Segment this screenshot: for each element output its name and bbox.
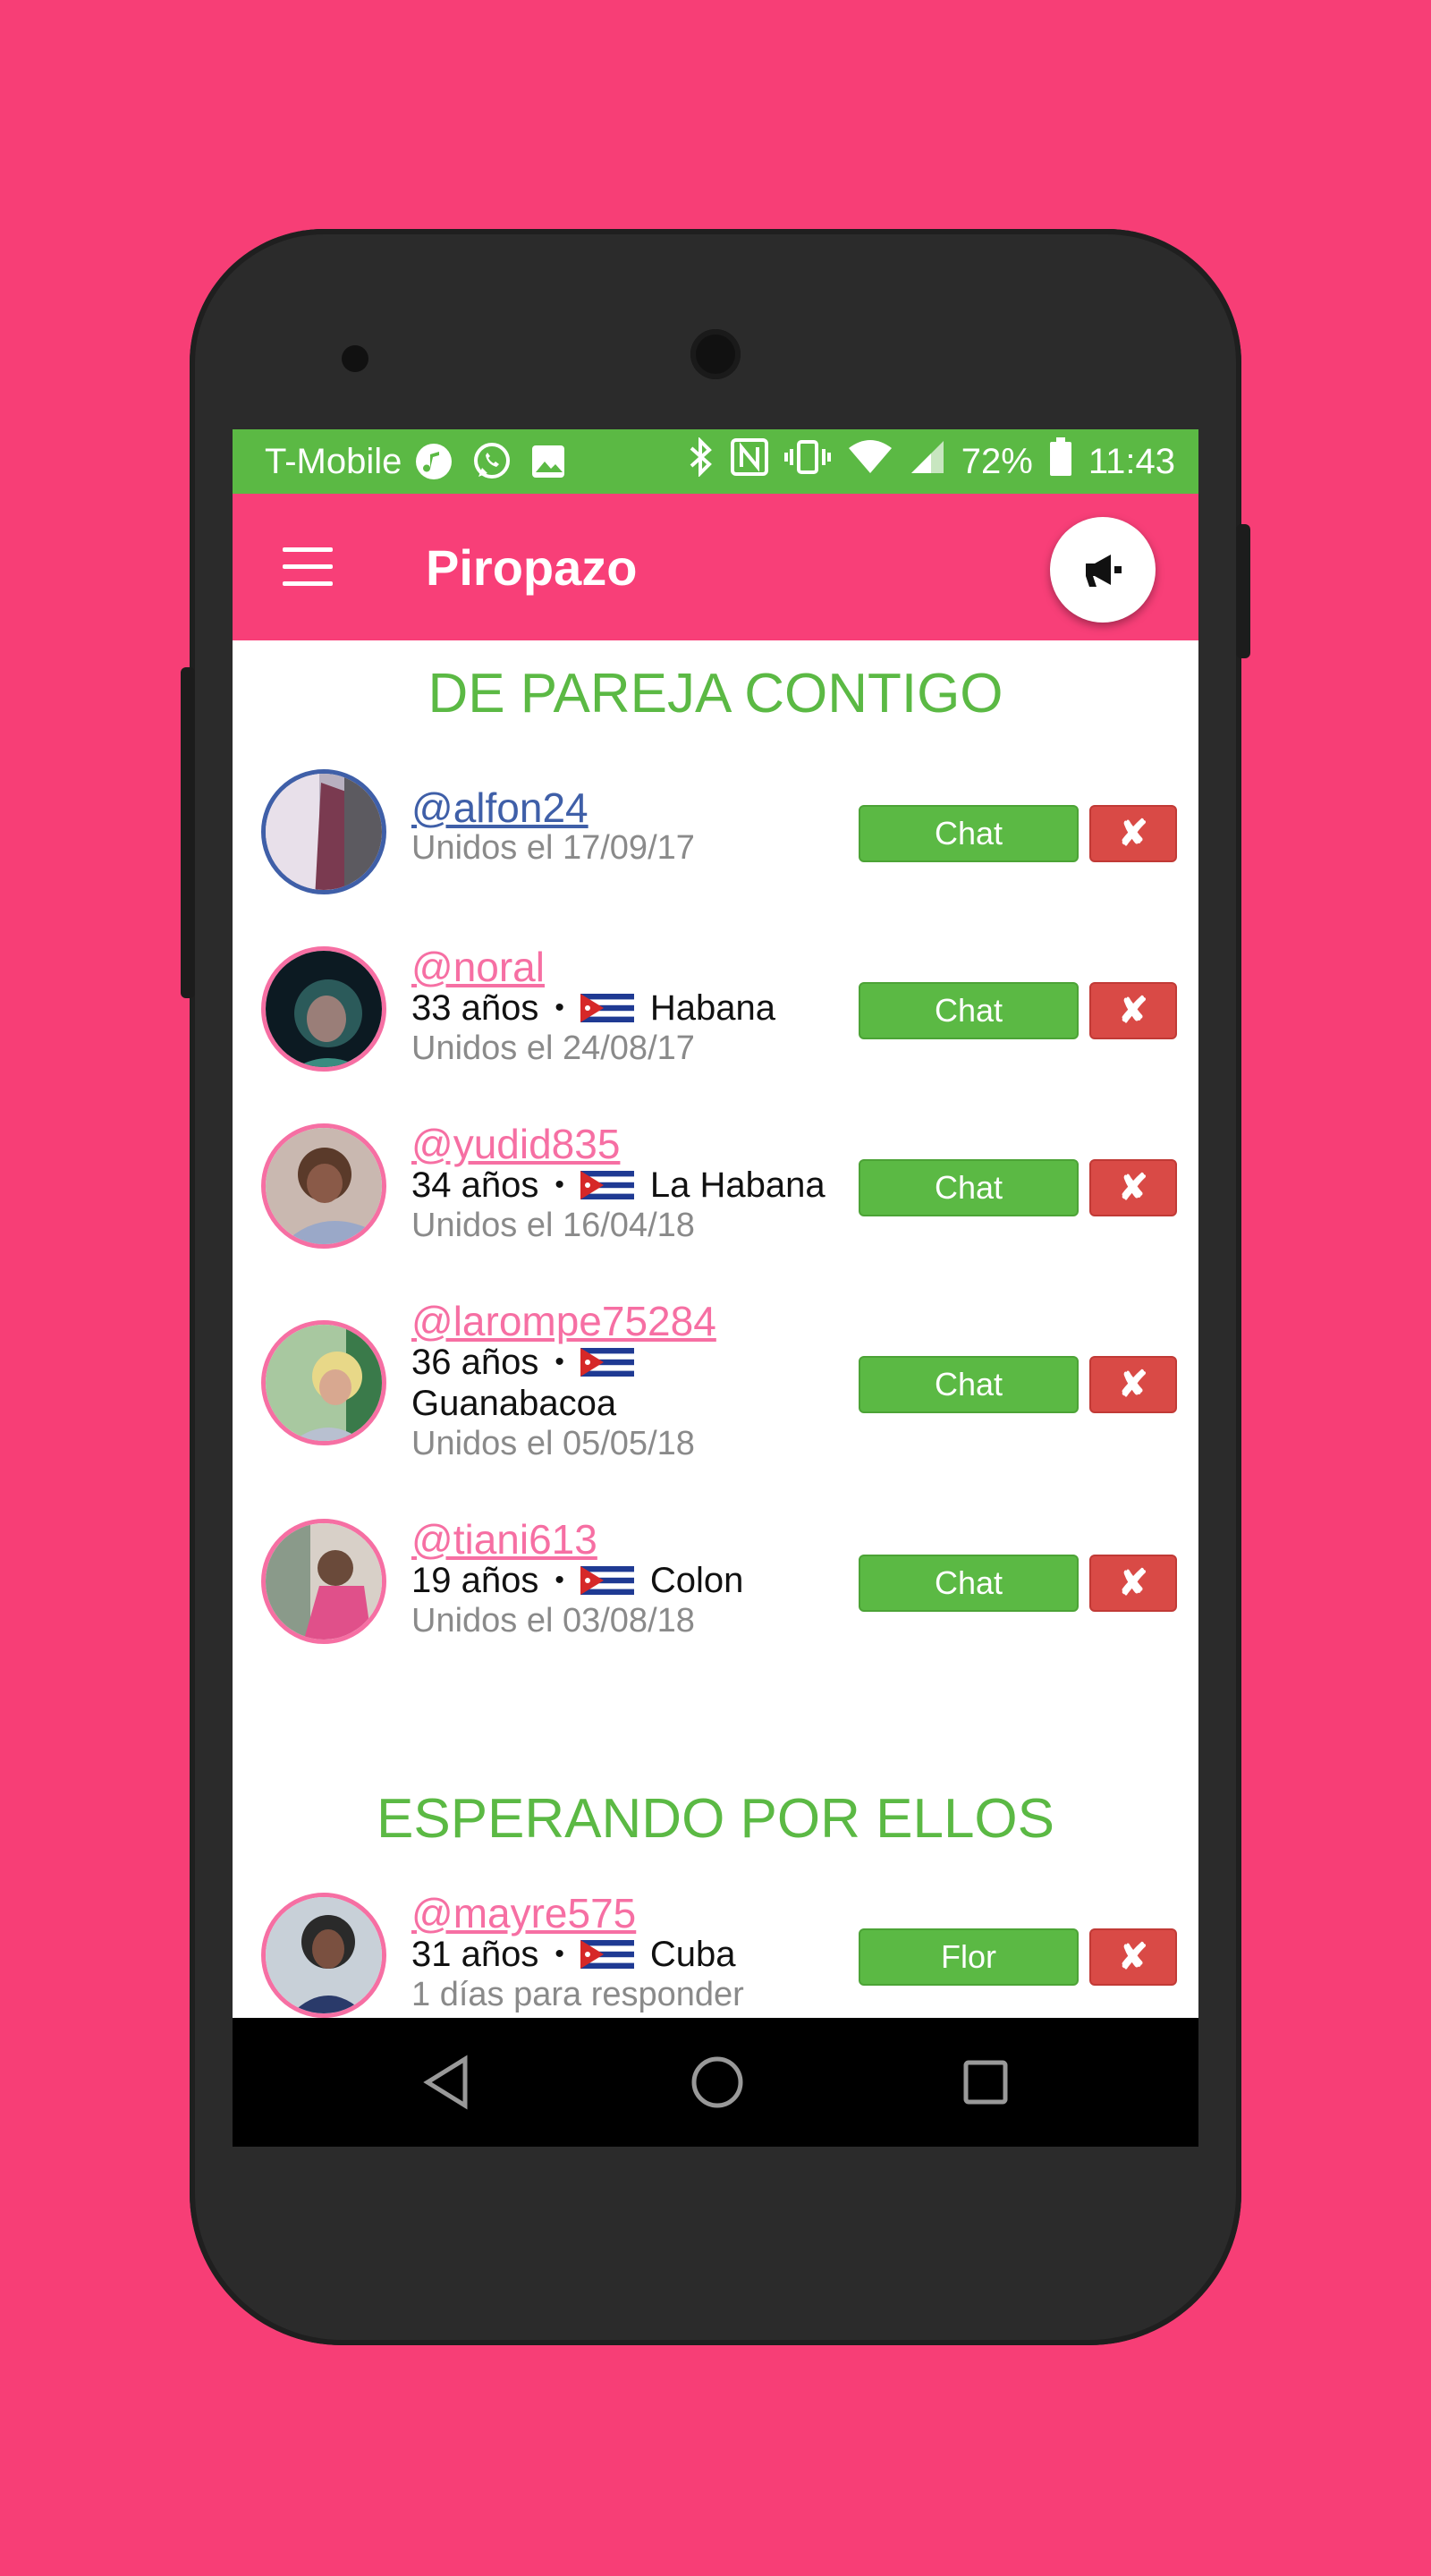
age-label: 19 años [411, 1561, 539, 1600]
recents-button[interactable] [959, 2054, 1012, 2115]
remove-button[interactable]: ✘ [1089, 1159, 1177, 1216]
screen: T-Mobile 72% 11:43 Piropazo DE PAREJA CO… [233, 429, 1198, 2147]
sensor-dot [342, 345, 368, 372]
username-link[interactable]: @mayre575 [411, 1893, 744, 1934]
joined-date: Unidos el 03/08/18 [411, 1602, 695, 1640]
wifi-icon [847, 439, 893, 484]
matched-section-title: DE PAREJA CONTIGO [428, 663, 1003, 724]
separator-dot: • [555, 1347, 564, 1377]
app-title: Piropazo [426, 539, 638, 596]
signal-icon [910, 439, 945, 484]
chat-button[interactable]: Chat [859, 1159, 1079, 1216]
cuba-flag-icon [580, 994, 634, 1022]
avatar[interactable] [261, 1519, 386, 1644]
remove-button[interactable]: ✘ [1089, 982, 1177, 1039]
nfc-icon [730, 438, 768, 485]
carrier-label: T-Mobile [265, 441, 402, 481]
age-label: 36 años [411, 1343, 539, 1382]
joined-date: Unidos el 24/08/17 [411, 1030, 695, 1067]
city-label: Guanabacoa [411, 1384, 617, 1423]
battery-icon [1049, 437, 1072, 486]
avatar[interactable] [261, 946, 386, 1072]
vibrate-icon [783, 438, 831, 485]
separator-dot: • [555, 1939, 564, 1969]
joined-date: Unidos el 05/05/18 [411, 1425, 695, 1462]
home-button[interactable] [689, 2054, 746, 2115]
chat-button[interactable]: Chat [859, 1555, 1079, 1612]
chat-button[interactable]: Chat [859, 805, 1079, 862]
cuba-flag-icon [580, 1940, 634, 1969]
app-bar: Piropazo [233, 494, 1198, 640]
username-link[interactable]: @noral [411, 946, 775, 987]
remove-button[interactable]: ✘ [1089, 805, 1177, 862]
avatar[interactable] [261, 769, 386, 894]
city-label: Cuba [649, 1935, 736, 1974]
joined-date: Unidos el 17/09/17 [411, 829, 695, 867]
avatar[interactable] [261, 1123, 386, 1249]
cuba-flag-icon [580, 1171, 634, 1199]
music-icon [414, 442, 453, 481]
clock: 11:43 [1088, 441, 1175, 481]
bluetooth-icon [688, 436, 715, 486]
joined-date: Unidos el 16/04/18 [411, 1207, 695, 1244]
avatar[interactable] [261, 1320, 386, 1445]
remove-button[interactable]: ✘ [1089, 1928, 1177, 1986]
back-button[interactable] [420, 2054, 474, 2115]
city-label: Colon [649, 1561, 744, 1600]
username-link[interactable]: @alfon24 [411, 787, 695, 828]
username-link[interactable]: @yudid835 [411, 1123, 826, 1165]
separator-dot: • [555, 1565, 564, 1595]
age-label: 33 años [411, 988, 539, 1028]
age-label: 31 años [411, 1935, 539, 1974]
response-countdown: 1 días para responder [411, 1976, 744, 2013]
waiting-section-title: ESPERANDO POR ELLOS [376, 1788, 1055, 1850]
status-bar: T-Mobile 72% 11:43 [233, 429, 1198, 494]
remove-button[interactable]: ✘ [1089, 1356, 1177, 1413]
battery-percent: 72% [961, 441, 1033, 481]
city-label: Habana [649, 988, 775, 1028]
whatsapp-icon [471, 441, 512, 482]
separator-dot: • [555, 1170, 564, 1199]
username-link[interactable]: @tiani613 [411, 1519, 743, 1560]
menu-icon[interactable] [283, 547, 333, 587]
username-link[interactable]: @larompe75284 [411, 1301, 716, 1342]
chat-button[interactable]: Chat [859, 982, 1079, 1039]
back-icon [423, 2055, 468, 2110]
recents-icon [963, 2060, 1008, 2105]
chat-button[interactable]: Chat [859, 1356, 1079, 1413]
power-button [1236, 524, 1250, 658]
flower-button[interactable]: Flor [859, 1928, 1079, 1986]
separator-dot: • [555, 993, 564, 1022]
avatar[interactable] [261, 1893, 386, 2018]
image-icon [530, 444, 566, 479]
remove-button[interactable]: ✘ [1089, 1555, 1177, 1612]
city-label: La Habana [649, 1165, 826, 1205]
cuba-flag-icon [580, 1566, 634, 1595]
front-camera [690, 329, 741, 379]
navigation-bar [233, 2018, 1198, 2147]
megaphone-icon [1086, 555, 1122, 587]
cuba-flag-icon [580, 1348, 634, 1377]
home-icon [691, 2056, 743, 2108]
announce-button[interactable] [1050, 517, 1156, 623]
volume-button [181, 667, 195, 998]
age-label: 34 años [411, 1165, 539, 1205]
